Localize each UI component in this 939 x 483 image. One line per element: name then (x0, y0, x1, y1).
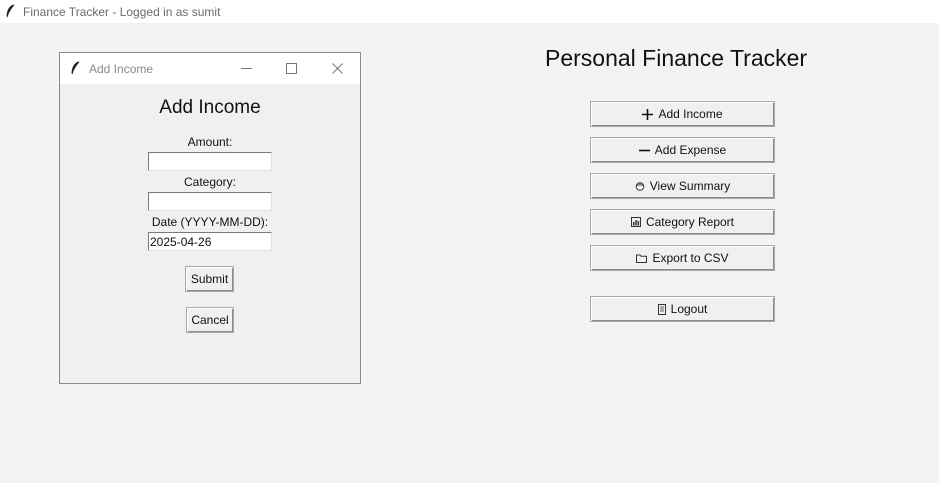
summary-icon (635, 181, 645, 191)
category-report-button[interactable]: Category Report (590, 209, 775, 235)
add-income-dialog: Add Income Add Income Amount: Category: … (59, 52, 361, 384)
submit-button[interactable]: Submit (185, 266, 234, 292)
dialog-heading: Add Income (159, 97, 261, 118)
bar-chart-icon (630, 217, 641, 227)
logout-label: Logout (670, 302, 708, 316)
add-expense-button[interactable]: Add Expense (590, 137, 775, 163)
plus-icon (642, 108, 654, 120)
date-label: Date (YYYY-MM-DD): (151, 215, 269, 229)
minimize-icon[interactable] (236, 59, 256, 77)
add-income-label: Add Income (658, 107, 723, 121)
feather-icon (71, 61, 80, 75)
amount-label: Amount: (187, 135, 233, 149)
dialog-titlebar: Add Income (60, 53, 360, 84)
export-csv-label: Export to CSV (652, 251, 729, 265)
main-window-title: Finance Tracker - Logged in as sumit (23, 5, 221, 19)
add-expense-label: Add Expense (654, 143, 727, 157)
app-heading: Personal Finance Tracker (545, 45, 808, 71)
export-csv-button[interactable]: Export to CSV (590, 245, 775, 271)
category-label: Category: (183, 175, 237, 189)
main-titlebar: Finance Tracker - Logged in as sumit (0, 0, 939, 23)
feather-icon (6, 4, 15, 18)
cancel-button[interactable]: Cancel (186, 307, 234, 333)
logout-button[interactable]: Logout (590, 296, 775, 322)
category-input[interactable] (148, 192, 272, 211)
view-summary-button[interactable]: View Summary (590, 173, 775, 199)
add-income-button[interactable]: Add Income (590, 101, 775, 127)
category-report-label: Category Report (645, 215, 735, 229)
dialog-title: Add Income (89, 62, 154, 76)
date-input[interactable] (148, 232, 272, 251)
maximize-icon[interactable] (281, 59, 301, 77)
close-icon[interactable] (327, 59, 347, 77)
view-summary-label: View Summary (649, 179, 731, 193)
door-icon (657, 303, 666, 315)
folder-icon (636, 254, 648, 263)
minus-icon (638, 145, 650, 156)
amount-input[interactable] (148, 152, 272, 171)
